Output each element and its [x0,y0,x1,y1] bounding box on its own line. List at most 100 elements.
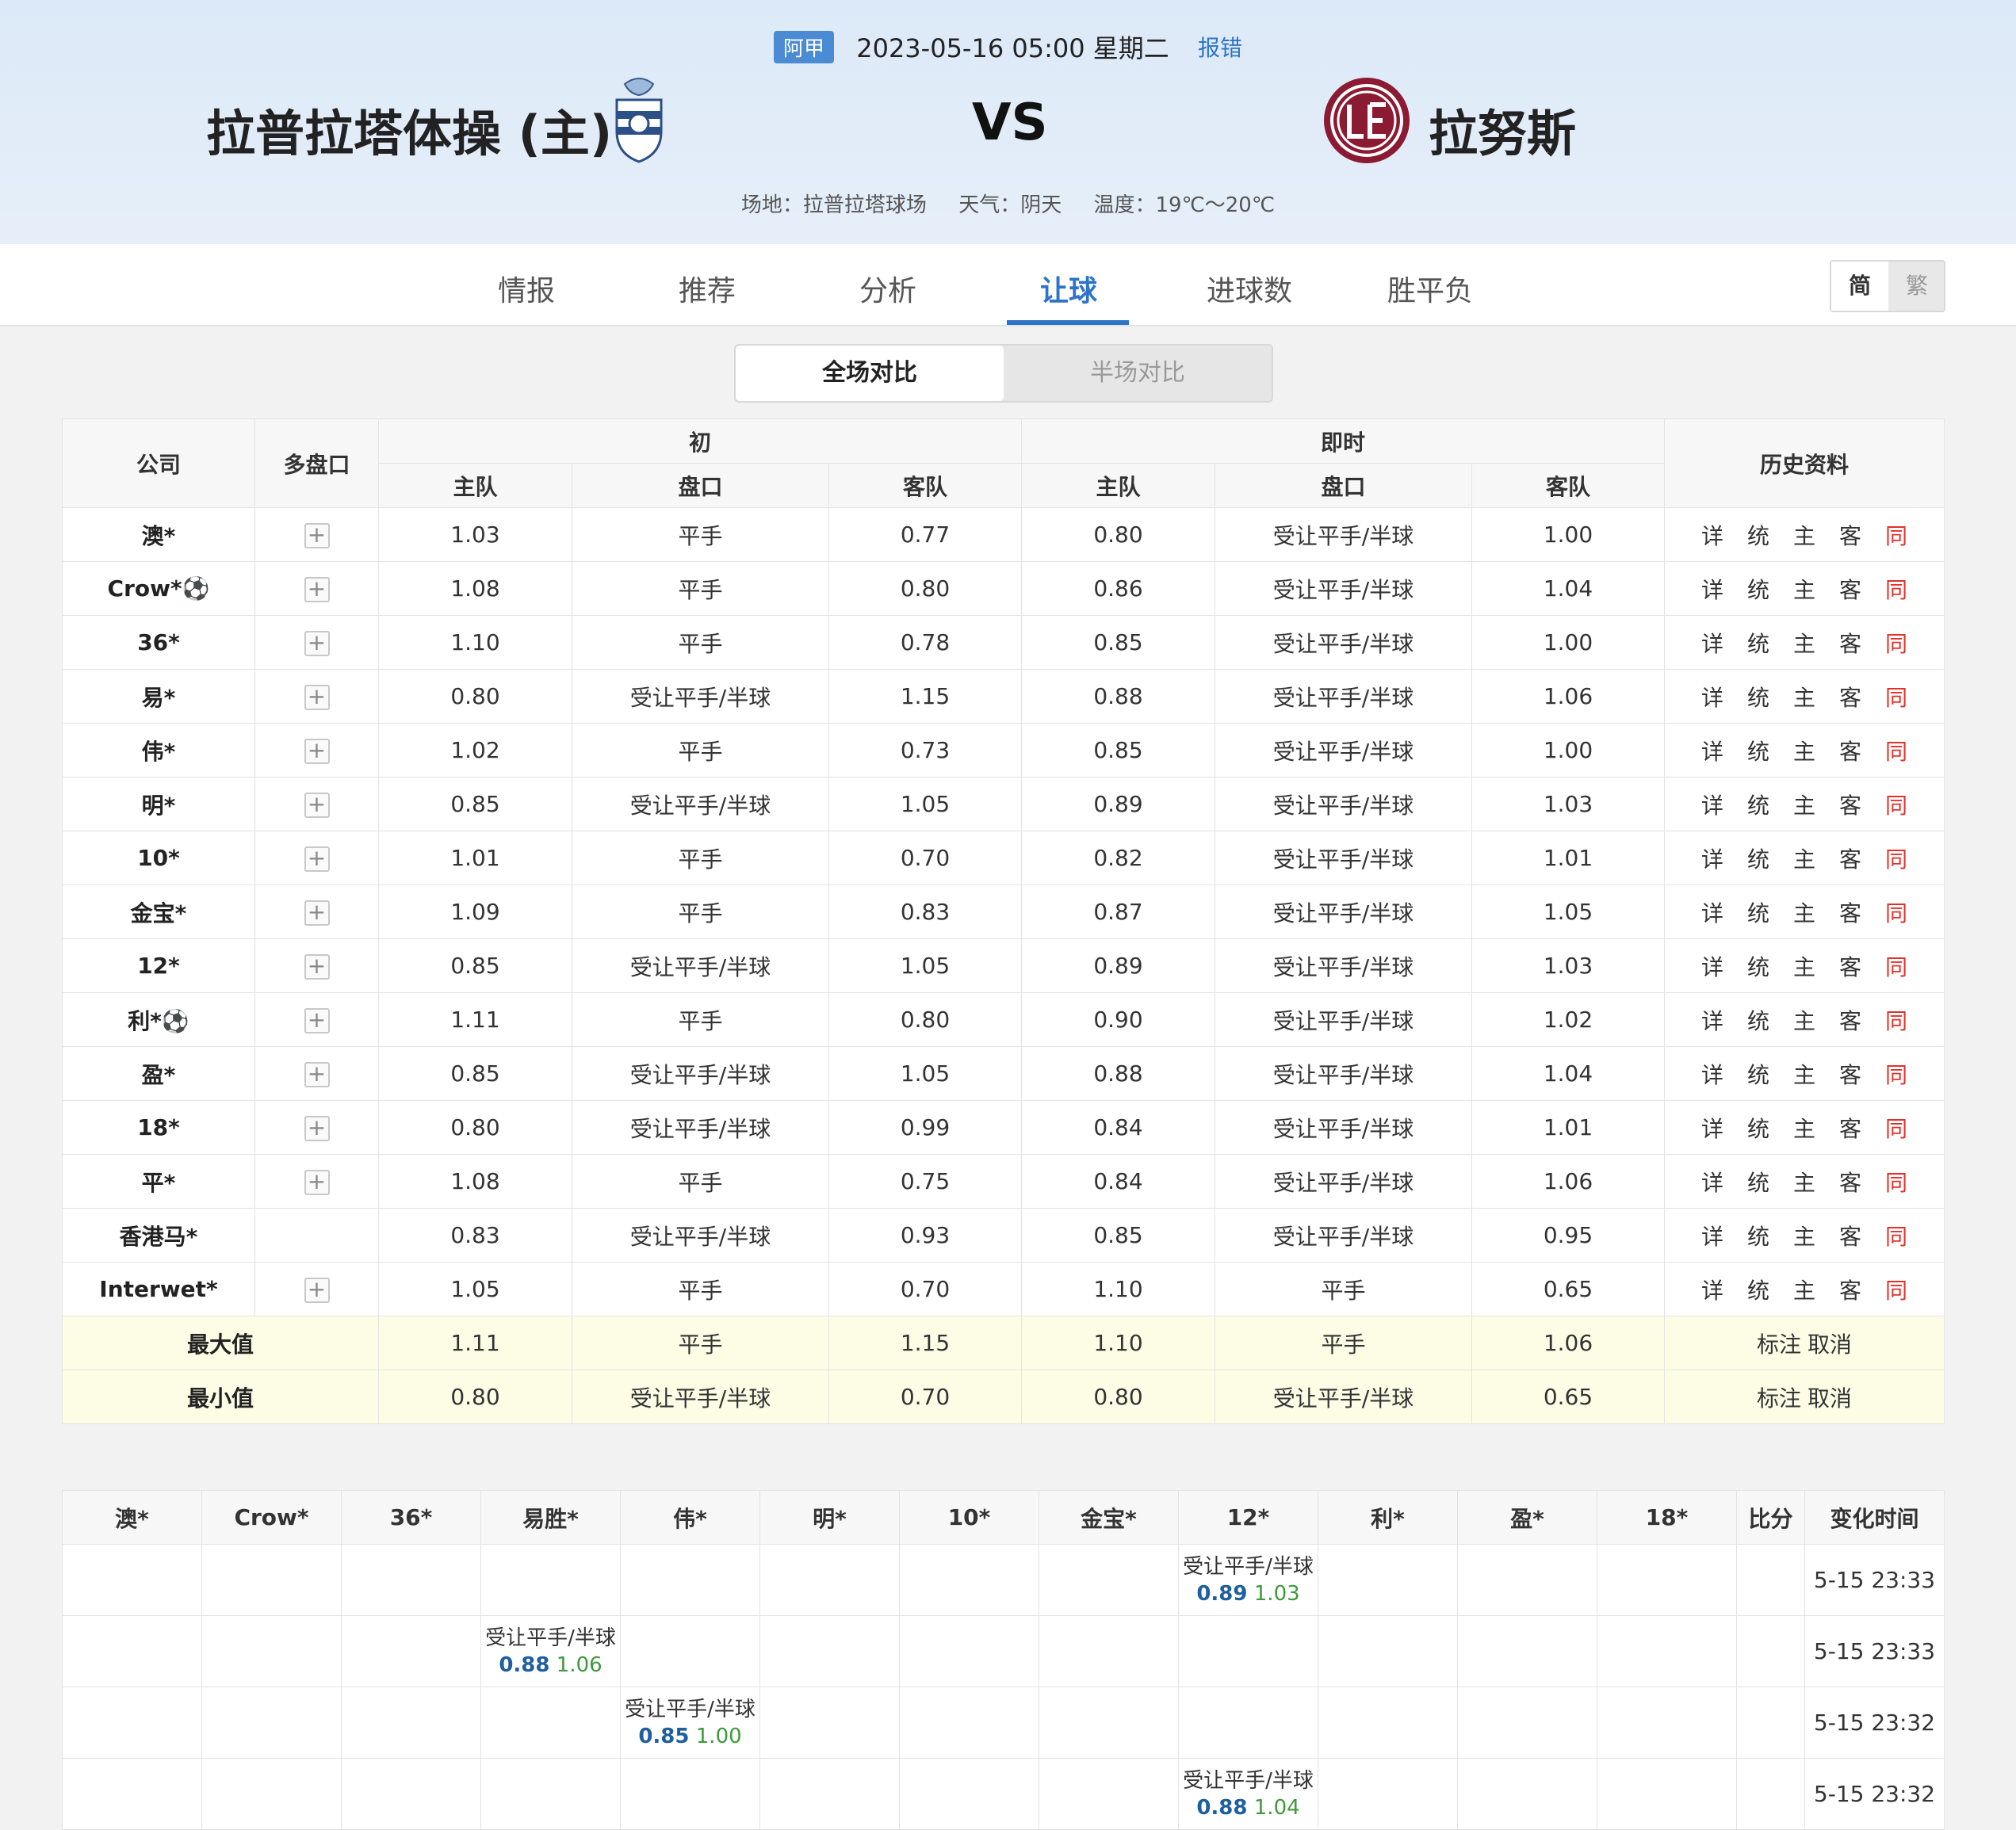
expand-plus-icon[interactable]: + [304,684,330,710]
away-link[interactable]: 客 [1839,1112,1861,1144]
home-link[interactable]: 主 [1793,789,1815,820]
away-link[interactable]: 客 [1839,789,1861,820]
home-link[interactable]: 主 [1793,627,1815,659]
stats-link[interactable]: 统 [1747,1004,1769,1036]
detail-link[interactable]: 详 [1701,1112,1723,1144]
stats-link[interactable]: 统 [1747,519,1769,551]
expand-plus-icon[interactable]: + [304,1007,330,1033]
away-link[interactable]: 客 [1839,735,1861,766]
stats-link[interactable]: 统 [1747,896,1769,928]
half-match-compare-button[interactable]: 半场对比 [1004,346,1272,401]
stats-link[interactable]: 统 [1747,1220,1769,1251]
company-name[interactable]: 平* [62,1154,255,1209]
company-name[interactable]: Crow*⚽ [62,561,255,616]
away-link[interactable]: 客 [1839,1274,1861,1305]
same-link[interactable]: 同 [1885,573,1907,605]
expand-plus-icon[interactable]: + [304,1169,330,1195]
expand-plus-icon[interactable]: + [304,522,330,548]
away-link[interactable]: 客 [1839,627,1861,659]
same-link[interactable]: 同 [1885,1166,1907,1198]
expand-plus-icon[interactable]: + [304,846,330,872]
same-link[interactable]: 同 [1885,1004,1907,1036]
full-match-compare-button[interactable]: 全场对比 [736,346,1004,401]
same-link[interactable]: 同 [1885,1058,1907,1090]
detail-link[interactable]: 详 [1701,896,1723,928]
cancel-mark-link[interactable]: 取消 [1808,1385,1852,1412]
home-team-logo-icon[interactable] [609,76,669,165]
lang-traditional-button[interactable]: 繁 [1888,262,1945,311]
company-name[interactable]: 盈* [62,1046,255,1101]
away-link[interactable]: 客 [1839,1220,1861,1251]
company-name[interactable]: 易* [62,669,255,724]
detail-link[interactable]: 详 [1701,1220,1723,1251]
home-link[interactable]: 主 [1793,1004,1815,1036]
same-link[interactable]: 同 [1885,1220,1907,1251]
stats-link[interactable]: 统 [1747,1058,1769,1090]
home-link[interactable]: 主 [1793,573,1815,605]
away-link[interactable]: 客 [1839,1058,1861,1090]
stats-link[interactable]: 统 [1747,1166,1769,1198]
report-error-link[interactable]: 报错 [1198,35,1242,61]
expand-plus-icon[interactable]: + [304,953,330,980]
cancel-mark-link[interactable]: 取消 [1808,1331,1852,1358]
away-link[interactable]: 客 [1839,681,1861,713]
tab-analysis[interactable]: 分析 [859,268,916,309]
detail-link[interactable]: 详 [1701,1274,1723,1305]
away-team-name[interactable]: 拉努斯 [1429,94,1576,165]
detail-link[interactable]: 详 [1701,1166,1723,1198]
home-link[interactable]: 主 [1793,681,1815,713]
company-name[interactable]: 香港马* [62,1208,255,1263]
detail-link[interactable]: 详 [1701,842,1723,874]
company-name[interactable]: 明* [62,777,255,831]
same-link[interactable]: 同 [1885,627,1907,659]
away-link[interactable]: 客 [1839,573,1861,605]
detail-link[interactable]: 详 [1701,789,1723,820]
same-link[interactable]: 同 [1885,896,1907,928]
stats-link[interactable]: 统 [1747,681,1769,713]
home-link[interactable]: 主 [1793,1220,1815,1251]
company-name[interactable]: 伟* [62,723,255,777]
home-link[interactable]: 主 [1793,896,1815,928]
expand-plus-icon[interactable]: + [304,1115,330,1141]
stats-link[interactable]: 统 [1747,842,1769,874]
lang-simplified-button[interactable]: 简 [1831,262,1888,311]
expand-plus-icon[interactable]: + [304,630,330,656]
same-link[interactable]: 同 [1885,1112,1907,1144]
expand-plus-icon[interactable]: + [304,738,330,764]
stats-link[interactable]: 统 [1747,573,1769,605]
company-name[interactable]: Interwet* [62,1262,255,1316]
same-link[interactable]: 同 [1885,789,1907,820]
home-link[interactable]: 主 [1793,1112,1815,1144]
stats-link[interactable]: 统 [1747,735,1769,766]
expand-plus-icon[interactable]: + [304,792,330,818]
company-name[interactable]: 澳* [62,507,255,562]
tab-1x2[interactable]: 胜平负 [1387,268,1473,309]
away-link[interactable]: 客 [1839,1166,1861,1198]
away-link[interactable]: 客 [1839,950,1861,982]
expand-plus-icon[interactable]: + [304,576,330,602]
detail-link[interactable]: 详 [1701,1004,1723,1036]
detail-link[interactable]: 详 [1701,1058,1723,1090]
home-link[interactable]: 主 [1793,950,1815,982]
detail-link[interactable]: 详 [1701,519,1723,551]
same-link[interactable]: 同 [1885,519,1907,551]
home-link[interactable]: 主 [1793,1274,1815,1305]
same-link[interactable]: 同 [1885,950,1907,982]
same-link[interactable]: 同 [1885,1274,1907,1305]
expand-plus-icon[interactable]: + [304,900,330,926]
tab-intel[interactable]: 情报 [498,268,555,309]
detail-link[interactable]: 详 [1701,735,1723,766]
mark-link[interactable]: 标注 [1757,1385,1801,1412]
detail-link[interactable]: 详 [1701,627,1723,659]
home-link[interactable]: 主 [1793,1166,1815,1198]
same-link[interactable]: 同 [1885,681,1907,713]
stats-link[interactable]: 统 [1747,1112,1769,1144]
tab-recommend[interactable]: 推荐 [679,268,736,309]
company-name[interactable]: 10* [62,831,255,885]
tab-handicap[interactable]: 让球 [1040,268,1097,309]
company-name[interactable]: 金宝* [62,884,255,939]
detail-link[interactable]: 详 [1701,681,1723,713]
home-team-name[interactable]: 拉普拉塔体操 (主) [206,94,612,165]
expand-plus-icon[interactable]: + [304,1061,330,1087]
company-name[interactable]: 12* [62,938,255,993]
